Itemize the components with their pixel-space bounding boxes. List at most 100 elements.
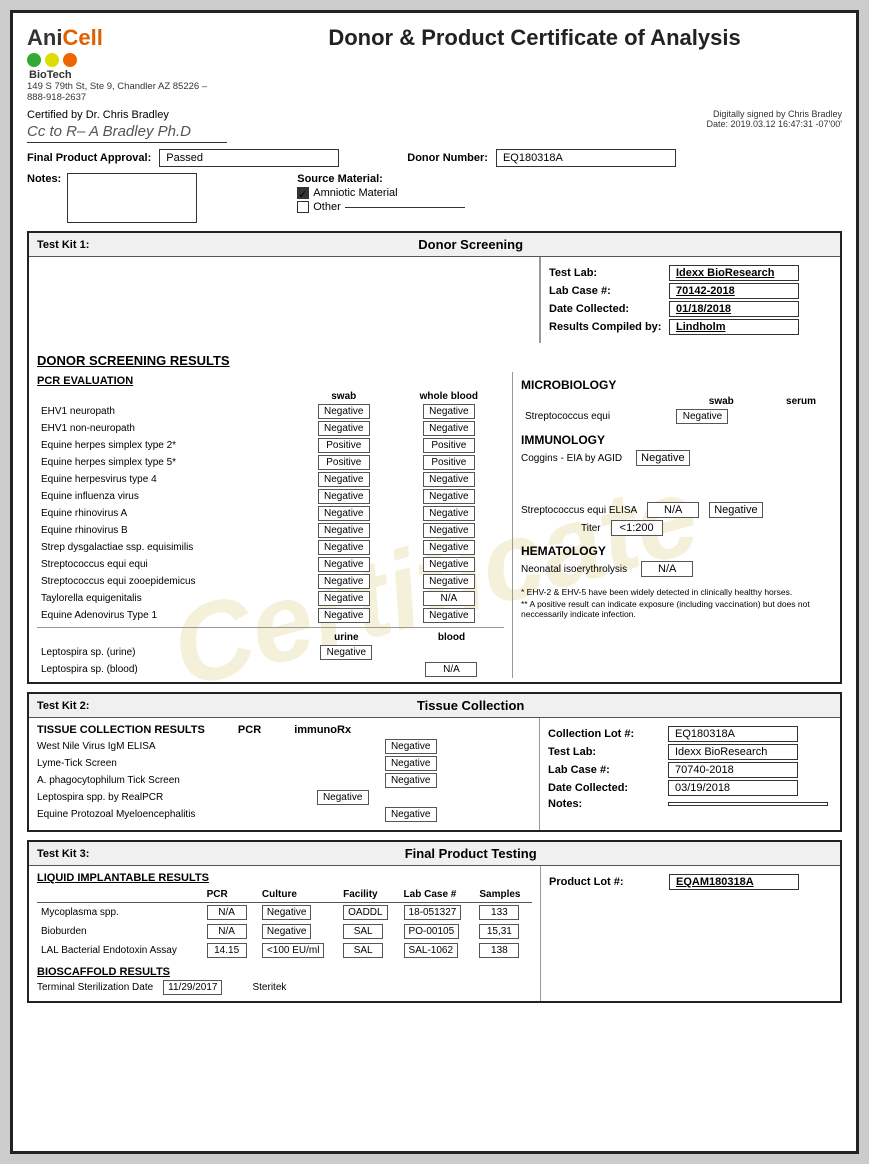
kit2-date-value: 03/19/2018 bbox=[668, 780, 798, 796]
pcr-row-name: EHV1 non-neuropath bbox=[37, 420, 294, 437]
kit2-notes-label: Notes: bbox=[548, 798, 668, 810]
pcr-row-8: Strep dysgalactiae ssp. equisimilis Nega… bbox=[37, 539, 504, 556]
coggins-value: Negative bbox=[636, 450, 689, 466]
pcr-row-swab: Negative bbox=[294, 539, 394, 556]
pcr-row-name: Strep dysgalactiae ssp. equisimilis bbox=[37, 539, 294, 556]
titer-value: <1:200 bbox=[611, 520, 663, 536]
sterilizer-value: Steritek bbox=[252, 982, 286, 993]
tissue-row-0: West Nile Virus IgM ELISA Negative bbox=[37, 739, 531, 754]
amniotic-checkbox: ✓ bbox=[297, 187, 309, 199]
liquid-row-2: LAL Bacterial Endotoxin Assay 14.15 <100… bbox=[37, 941, 532, 960]
kit3-title: Final Product Testing bbox=[109, 846, 832, 861]
results-compiled-label: Results Compiled by: bbox=[549, 321, 669, 333]
liquid-row-samples: 138 bbox=[475, 941, 532, 960]
title-section: Donor & Product Certificate of Analysis bbox=[227, 25, 842, 51]
product-lot-value: EQAM180318A bbox=[669, 874, 799, 890]
pcr-row-name: Equine Adenovirus Type 1 bbox=[37, 607, 294, 624]
pcr-row-name: EHV1 neuropath bbox=[37, 403, 294, 420]
logo-biotech: BioTech bbox=[29, 69, 227, 81]
digital-sig-line2: Date: 2019.03.12 16:47:31 -07'00' bbox=[706, 119, 842, 129]
liquid-row-labcase: 18-051327 bbox=[400, 903, 476, 923]
pcr-row-name: Equine rhinovirus B bbox=[37, 522, 294, 539]
kit2-lab-case-value: 70740-2018 bbox=[668, 762, 798, 778]
tissue-row-2: A. phagocytophilum Tick Screen Negative bbox=[37, 773, 531, 788]
test-lab-label: Test Lab: bbox=[549, 267, 669, 279]
lepto-val: N/A bbox=[399, 661, 504, 678]
lepto-val: Negative bbox=[294, 644, 399, 661]
kit2-label: Test Kit 2: bbox=[37, 700, 89, 712]
liquid-col-culture: Culture bbox=[258, 887, 339, 903]
pcr-row-3: Equine herpes simplex type 5* Positive P… bbox=[37, 454, 504, 471]
digital-sig: Digitally signed by Chris Bradley Date: … bbox=[706, 109, 842, 129]
liquid-row-1: Bioburden N/A Negative SAL PO-00105 15,3… bbox=[37, 922, 532, 941]
pcr-row-swab: Negative bbox=[294, 403, 394, 420]
notes-box bbox=[67, 173, 197, 223]
pcr-row-5: Equine influenza virus Negative Negative bbox=[37, 488, 504, 505]
kit1-header: Test Kit 1: Donor Screening bbox=[29, 233, 840, 257]
liquid-table: PCR Culture Facility Lab Case # Samples … bbox=[37, 887, 532, 960]
kit2-content: TISSUE COLLECTION RESULTS PCR immunoRx W… bbox=[29, 718, 840, 830]
tissue-row-name: Leptospira spp. by RealPCR bbox=[37, 792, 309, 803]
pcr-blood-head: blood bbox=[399, 631, 504, 644]
notes-section: Notes: bbox=[27, 173, 197, 223]
liquid-row-facility: OADDL bbox=[339, 903, 399, 923]
header: AniCell BioTech 149 S 79th St, Ste 9, Ch… bbox=[27, 25, 842, 103]
neonatal-value: N/A bbox=[641, 561, 693, 577]
tissue-left: TISSUE COLLECTION RESULTS PCR immunoRx W… bbox=[29, 718, 540, 830]
pcr-row-blood: Positive bbox=[394, 437, 504, 454]
pcr-row-name: Equine herpes simplex type 5* bbox=[37, 454, 294, 471]
liquid-col-labcase: Lab Case # bbox=[400, 887, 476, 903]
logo-icons bbox=[27, 53, 227, 67]
signature-image: Cc to R– A Bradley Ph.D bbox=[27, 123, 227, 143]
strep-elisa-label: Streptococcus equi ELISA bbox=[521, 505, 637, 516]
tissue-rows: West Nile Virus IgM ELISA Negative Lyme-… bbox=[37, 739, 531, 822]
lab-case-value: 70142-2018 bbox=[669, 283, 799, 299]
pcr-row-swab: Negative bbox=[294, 556, 394, 573]
pcr-row-swab: Negative bbox=[294, 590, 394, 607]
terminal-value: 11/29/2017 bbox=[163, 980, 222, 995]
lab-case-row: Lab Case #: 70142-2018 bbox=[549, 283, 832, 299]
tissue-immunorx-col-head: immunoRx bbox=[294, 724, 351, 736]
kit1-content: Test Lab: Idexx BioResearch Lab Case #: … bbox=[29, 257, 840, 343]
strep-elisa-val1: N/A bbox=[647, 502, 699, 518]
kit2-notes-row: Notes: bbox=[548, 798, 832, 810]
icon-yellow bbox=[45, 53, 59, 67]
footnote1: * EHV-2 & EHV-5 have been widely detecte… bbox=[521, 587, 832, 597]
neonatal-row: Neonatal isoerythrolysis N/A bbox=[521, 561, 832, 577]
liquid-col-facility: Facility bbox=[339, 887, 399, 903]
kit2-section: Test Kit 2: Tissue Collection TISSUE COL… bbox=[27, 692, 842, 832]
pcr-row-swab: Negative bbox=[294, 471, 394, 488]
notes-label: Notes: bbox=[27, 173, 61, 185]
terminal-row: Terminal Sterilization Date 11/29/2017 S… bbox=[37, 980, 532, 995]
kit2-lab-case-row: Lab Case #: 70740-2018 bbox=[548, 762, 832, 778]
liquid-row-samples: 15,31 bbox=[475, 922, 532, 941]
pcr-row-swab: Negative bbox=[294, 607, 394, 624]
tissue-row-4: Equine Protozoal Myeloencephalitis Negat… bbox=[37, 807, 531, 822]
kit3-header: Test Kit 3: Final Product Testing bbox=[29, 842, 840, 866]
other-row: Other bbox=[297, 201, 465, 213]
pcr-row-blood: Positive bbox=[394, 454, 504, 471]
kit1-left bbox=[29, 257, 540, 343]
liquid-row-facility: SAL bbox=[339, 922, 399, 941]
lab-case-label: Lab Case #: bbox=[549, 285, 669, 297]
liquid-row-pcr: N/A bbox=[203, 922, 258, 941]
test-lab-row: Test Lab: Idexx BioResearch bbox=[549, 265, 832, 281]
pcr-row-blood: Negative bbox=[394, 556, 504, 573]
micro-table: swab serum Streptococcus equi Negative bbox=[521, 395, 832, 425]
pcr-row-blood: Negative bbox=[394, 420, 504, 437]
pcr-urine-table: urine blood Leptospira sp. (urine) Negat… bbox=[37, 631, 504, 678]
notes-source-row: Notes: Source Material: ✓ Amniotic Mater… bbox=[27, 173, 842, 223]
pcr-row-0: EHV1 neuropath Negative Negative bbox=[37, 403, 504, 420]
terminal-label: Terminal Sterilization Date bbox=[37, 982, 153, 993]
amniotic-row: ✓ Amniotic Material bbox=[297, 187, 465, 199]
pcr-row-name: Equine herpesvirus type 4 bbox=[37, 471, 294, 488]
donor-results: DONOR SCREENING RESULTS PCR EVALUATION s… bbox=[29, 343, 840, 682]
liquid-col-samples: Samples bbox=[475, 887, 532, 903]
lepto-row-0: Leptospira sp. (urine) Negative bbox=[37, 644, 504, 661]
certified-block: Certified by Dr. Chris Bradley Cc to R– … bbox=[27, 109, 227, 143]
titer-label: Titer bbox=[581, 523, 601, 534]
pcr-row-name: Taylorella equigenitalis bbox=[37, 590, 294, 607]
pcr-row-blood: Negative bbox=[394, 607, 504, 624]
pcr-row-blood: Negative bbox=[394, 505, 504, 522]
kit2-date-row: Date Collected: 03/19/2018 bbox=[548, 780, 832, 796]
